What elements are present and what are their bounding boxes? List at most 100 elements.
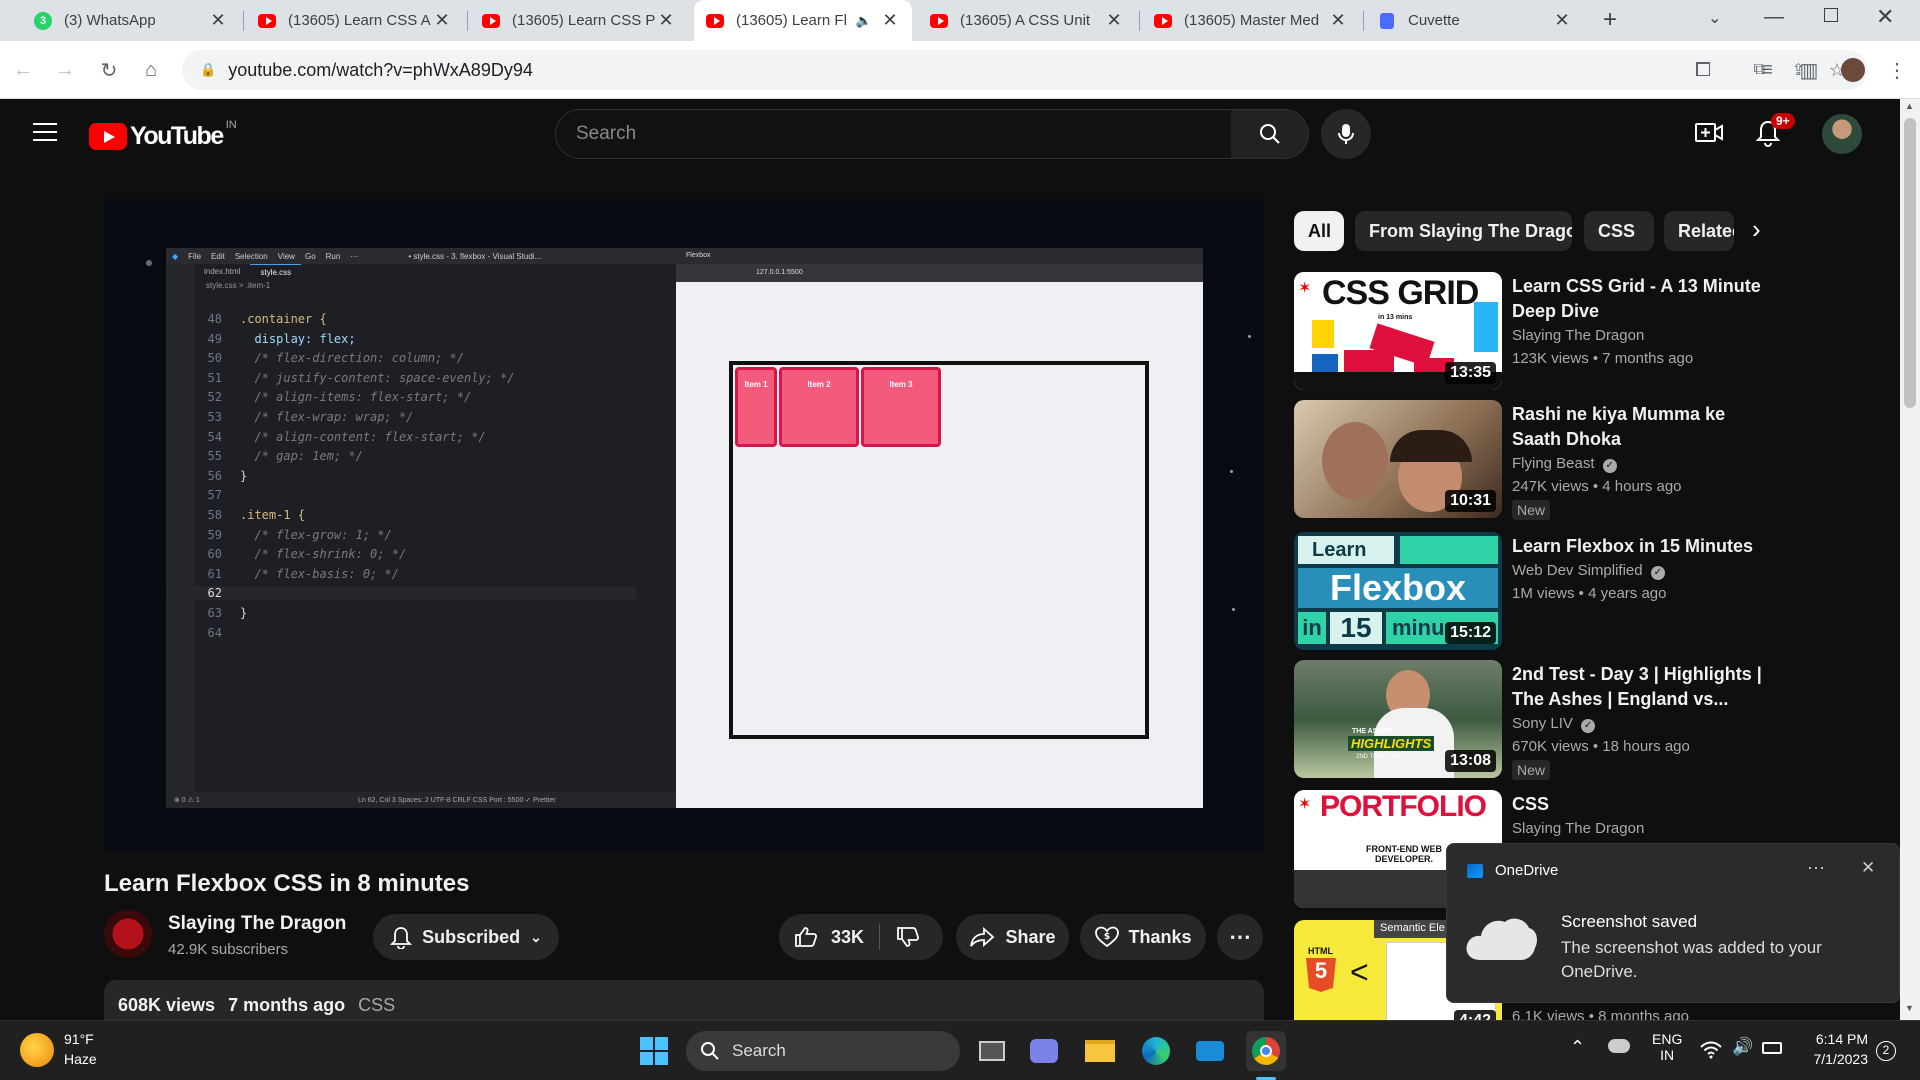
youtube-header: YouTube IN Search 9+ — [0, 99, 1900, 169]
profile-avatar[interactable] — [1841, 58, 1865, 82]
teams-chat-icon[interactable] — [1024, 1031, 1064, 1071]
chrome-browser-icon[interactable] — [1246, 1031, 1286, 1071]
side-panel-icon[interactable]: ▥ — [1792, 53, 1826, 87]
close-icon[interactable]: ✕ — [1861, 858, 1875, 878]
recommended-video[interactable]: ✶ CSS GRID in 13 mins 13:35 Learn CSS Gr… — [1294, 272, 1894, 390]
close-tab-icon[interactable]: ✕ — [1328, 10, 1348, 31]
more-options-icon[interactable]: ⋯ — [1807, 858, 1825, 879]
chip-all[interactable]: All — [1294, 211, 1344, 251]
browser-tab[interactable]: (13605) Master Med ✕ — [1142, 0, 1360, 41]
channel-avatar[interactable] — [104, 910, 152, 958]
youtube-logo[interactable]: YouTube IN — [89, 119, 237, 151]
maximize-icon[interactable] — [1824, 8, 1838, 22]
taskbar-search[interactable]: Search — [686, 1031, 960, 1071]
weather-temp[interactable]: 91°F — [64, 1031, 94, 1047]
minimize-icon[interactable]: — — [1764, 6, 1784, 29]
close-tab-icon[interactable]: ✕ — [1552, 10, 1572, 31]
task-view-icon[interactable] — [972, 1031, 1012, 1071]
notification-count-badge[interactable]: 2 — [1876, 1041, 1896, 1061]
clock[interactable]: 6:14 PM 7/1/2023 — [1800, 1031, 1869, 1067]
notifications-button[interactable]: 9+ — [1755, 113, 1795, 152]
share-button[interactable]: Share — [956, 914, 1069, 960]
close-window-icon[interactable]: ✕ — [1876, 4, 1894, 30]
language-indicator[interactable]: ENG IN — [1652, 1031, 1682, 1063]
search-input[interactable]: Search — [555, 109, 1232, 159]
forward-icon[interactable]: → — [48, 53, 82, 87]
rec-title[interactable]: 2nd Test - Day 3 | Highlights | The Ashe… — [1512, 662, 1762, 712]
reload-icon[interactable]: ↻ — [92, 53, 126, 87]
rec-channel[interactable]: Sony LIV ✓ — [1512, 715, 1596, 733]
browser-tab[interactable]: Cuvette ✕ — [1366, 0, 1584, 41]
rec-channel[interactable]: Slaying The Dragon — [1512, 327, 1644, 344]
recommended-video[interactable]: Learn Flexbox in 15 minu 15:12 Learn Fle… — [1294, 532, 1894, 650]
voice-search-button[interactable] — [1321, 109, 1371, 159]
chip-from-channel[interactable]: From Slaying The Dragon — [1355, 211, 1572, 251]
scroll-down-icon[interactable]: ▼ — [1905, 1003, 1914, 1013]
create-video-button[interactable] — [1694, 121, 1724, 150]
tab-search-icon[interactable]: ⌄ — [1708, 8, 1721, 28]
subscribed-button[interactable]: Subscribed ⌄ — [373, 914, 559, 960]
video-thumbnail[interactable]: ✶ CSS GRID in 13 mins 13:35 — [1294, 272, 1502, 390]
code-text: .item-1 { — [240, 508, 306, 522]
browser-menu-icon[interactable]: ⋮ — [1880, 53, 1914, 87]
video-thumbnail[interactable]: 10:31 — [1294, 400, 1502, 518]
rec-title[interactable]: Learn CSS Grid - A 13 Minute Deep Dive — [1512, 274, 1762, 324]
remote-desktop-icon[interactable] — [1190, 1031, 1230, 1071]
back-icon[interactable]: ← — [6, 53, 40, 87]
extensions-icon[interactable]: ⧠ — [1686, 53, 1720, 87]
video-thumbnail[interactable]: Learn Flexbox in 15 minu 15:12 — [1294, 532, 1502, 650]
recommended-video[interactable]: THE ASHES HIGHLIGHTS 2ND TEST · DAY 3 13… — [1294, 660, 1894, 780]
chevron-right-icon[interactable]: › — [1752, 214, 1761, 245]
chip-related[interactable]: Related — [1664, 211, 1734, 251]
home-icon[interactable]: ⌂ — [134, 53, 168, 87]
cuvette-icon — [1378, 12, 1396, 30]
browser-tab-active[interactable]: (13605) Learn Fl 🔈 ✕ — [694, 0, 912, 41]
volume-icon[interactable]: 🔊 — [1732, 1037, 1753, 1057]
close-tab-icon[interactable]: ✕ — [208, 10, 228, 31]
flex-container-demo: Item 1 Item 2 Item 3 — [729, 361, 1149, 739]
browser-tab[interactable]: (13605) Learn CSS P ✕ — [470, 0, 688, 41]
onedrive-notification[interactable]: OneDrive ⋯ ✕ Screenshot saved The screen… — [1446, 843, 1900, 1003]
background-star — [1248, 335, 1251, 338]
file-explorer-icon[interactable] — [1080, 1031, 1120, 1071]
hamburger-menu-icon[interactable] — [33, 123, 57, 141]
rec-title[interactable]: Learn Flexbox in 15 Minutes — [1512, 534, 1762, 559]
onedrive-tray-icon[interactable] — [1608, 1039, 1630, 1053]
rec-title[interactable]: Rashi ne kiya Mumma ke Saath Dhoka — [1512, 402, 1762, 452]
dislike-button[interactable] — [895, 925, 921, 954]
browser-tab[interactable]: (13605) Learn CSS A ✕ — [246, 0, 464, 41]
rec-channel[interactable]: Slaying The Dragon — [1512, 820, 1644, 837]
browser-tab[interactable]: 3 (3) WhatsApp ✕ — [22, 0, 240, 41]
battery-icon[interactable] — [1762, 1042, 1782, 1054]
like-button[interactable]: 33K — [793, 925, 864, 949]
account-avatar[interactable] — [1822, 114, 1862, 154]
more-actions-button[interactable]: ⋯ — [1217, 914, 1263, 960]
browser-tab[interactable]: (13605) A CSS Unit ✕ — [918, 0, 1136, 41]
edge-browser-icon[interactable] — [1136, 1031, 1176, 1071]
thanks-button[interactable]: $ Thanks — [1080, 914, 1206, 960]
windows-start-button[interactable] — [634, 1031, 674, 1071]
close-tab-icon[interactable]: ✕ — [880, 10, 900, 31]
new-tab-button[interactable]: + — [1594, 6, 1626, 36]
scrollbar-thumb[interactable] — [1904, 118, 1916, 408]
show-hidden-icons-icon[interactable]: ⌃ — [1570, 1037, 1585, 1058]
rec-channel[interactable]: Web Dev Simplified ✓ — [1512, 562, 1665, 580]
code-text: /* gap: 1em; */ — [240, 449, 363, 464]
hashtag[interactable]: CSS — [358, 995, 395, 1015]
rec-channel[interactable]: Flying Beast ✓ — [1512, 455, 1617, 473]
rec-title[interactable]: CSS — [1512, 792, 1762, 817]
address-bar[interactable]: 🔒 youtube.com/watch?v=phWxA89Dy94 ⧉ ⇪ ☆ — [182, 50, 1867, 90]
close-tab-icon[interactable]: ✕ — [432, 10, 452, 31]
search-button[interactable] — [1231, 109, 1309, 159]
wifi-icon[interactable] — [1700, 1041, 1722, 1059]
video-thumbnail[interactable]: THE ASHES HIGHLIGHTS 2ND TEST · DAY 3 13… — [1294, 660, 1502, 778]
media-control-icon[interactable]: ≡ — [1750, 53, 1784, 87]
recommended-video[interactable]: 10:31 Rashi ne kiya Mumma ke Saath Dhoka… — [1294, 400, 1894, 520]
weather-haze-icon[interactable] — [20, 1033, 54, 1067]
channel-name[interactable]: Slaying The Dragon — [168, 913, 346, 935]
scroll-up-icon[interactable]: ▲ — [1905, 101, 1914, 111]
close-tab-icon[interactable]: ✕ — [656, 10, 676, 31]
audio-playing-icon[interactable]: 🔈 — [856, 13, 872, 29]
chip-css[interactable]: CSS — [1584, 211, 1654, 251]
close-tab-icon[interactable]: ✕ — [1104, 10, 1124, 31]
